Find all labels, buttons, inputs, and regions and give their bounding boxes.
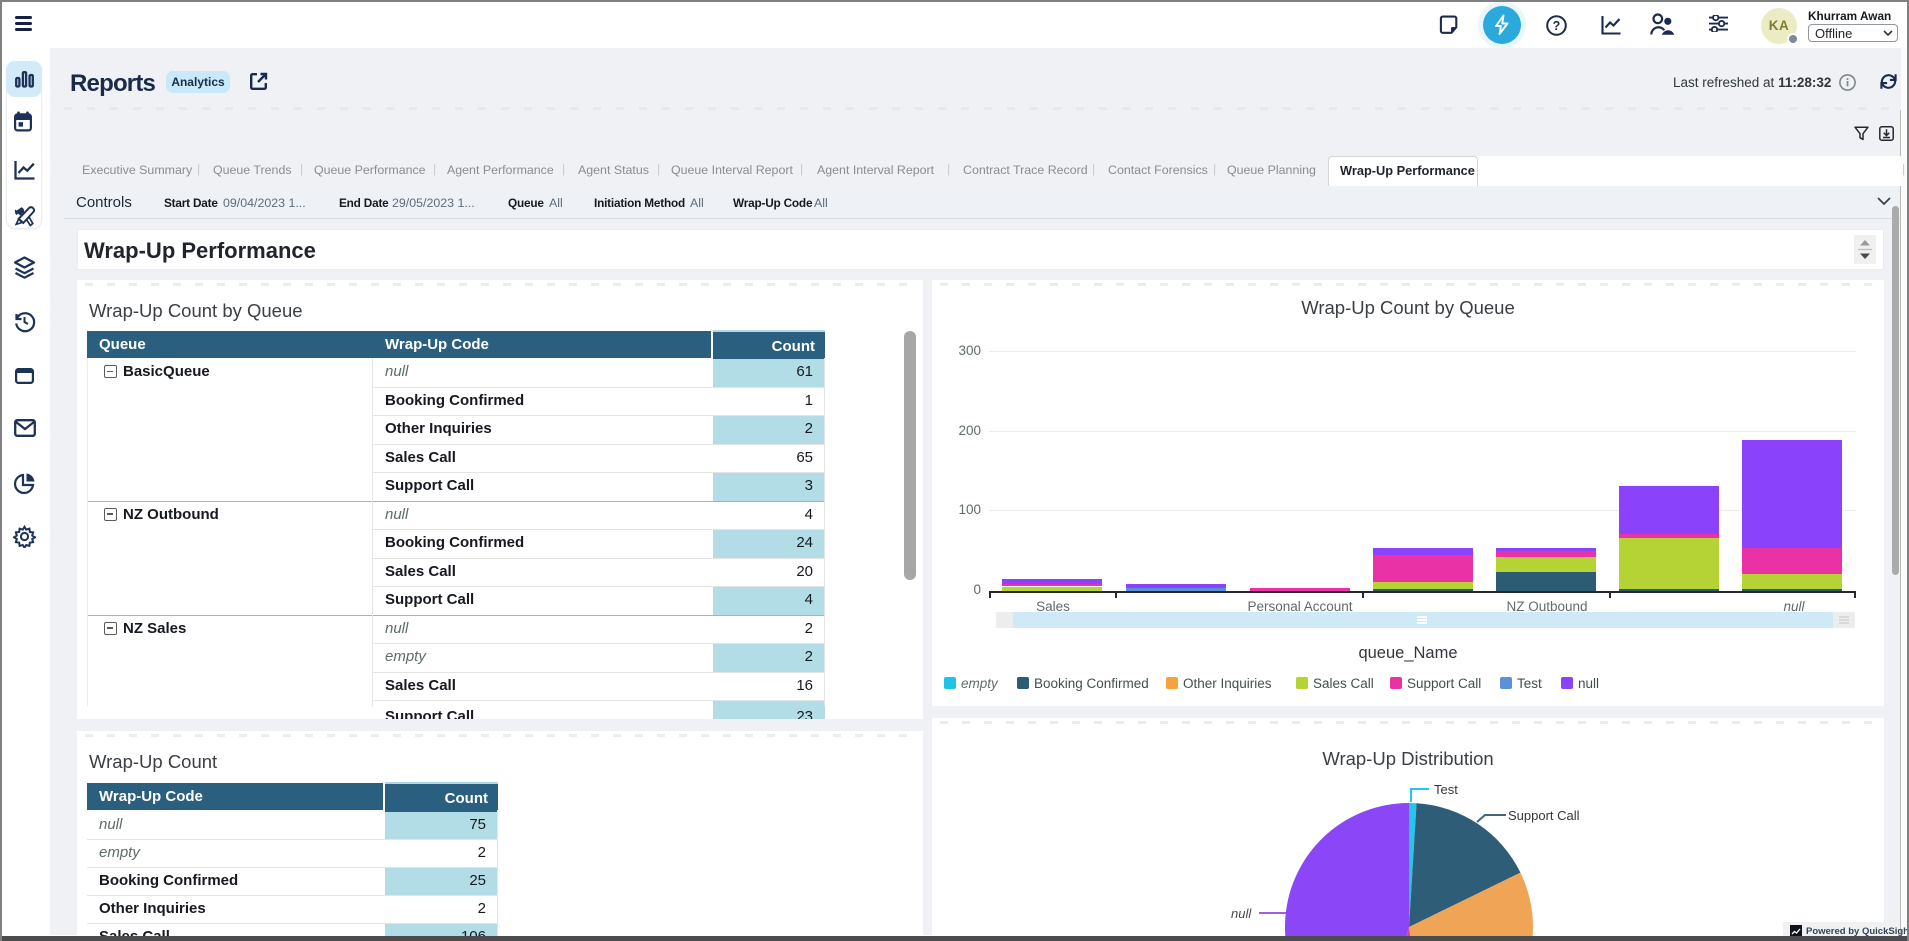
svg-text:?: ? — [1553, 19, 1561, 33]
